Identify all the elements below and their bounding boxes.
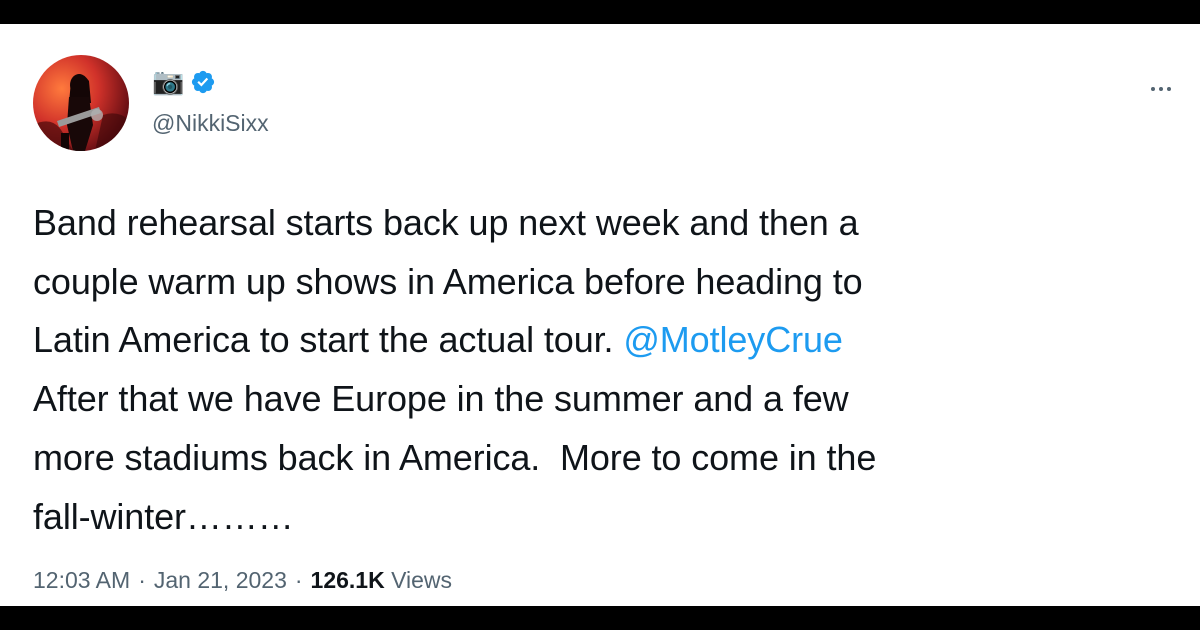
verified-badge-icon bbox=[190, 69, 216, 95]
camera-icon: 📷 bbox=[152, 67, 185, 97]
tweet-line: more stadiums back in America. More to c… bbox=[33, 436, 877, 478]
more-dot bbox=[1159, 87, 1163, 91]
tweet-text: Band rehearsal starts back up next week … bbox=[33, 194, 1173, 546]
tweet-meta: 12:03 AM · Jan 21, 2023 · 126.1K Views bbox=[33, 567, 452, 594]
views-label: Views bbox=[391, 567, 453, 593]
avatar-photo bbox=[33, 74, 129, 151]
tweet-line: fall-winter……… bbox=[33, 495, 294, 537]
tweet-card: 📷 @NikkiSixx Band rehearsal starts back … bbox=[0, 24, 1200, 606]
tweet-line: Band rehearsal starts back up next week … bbox=[33, 202, 859, 243]
author-handle[interactable]: @NikkiSixx bbox=[152, 110, 269, 136]
tweet-line: Latin America to start the actual tour. bbox=[33, 319, 624, 361]
meta-separator: · bbox=[294, 567, 303, 593]
views-count: 126.1K bbox=[310, 567, 385, 593]
avatar[interactable] bbox=[33, 55, 129, 151]
more-dot bbox=[1167, 87, 1171, 91]
more-horizontal-icon[interactable] bbox=[1146, 79, 1176, 99]
more-dot bbox=[1151, 87, 1155, 91]
tweet-line: couple warm up shows in America before h… bbox=[33, 260, 863, 302]
views[interactable]: 126.1K Views bbox=[311, 567, 453, 594]
display-name[interactable]: 📷 bbox=[152, 66, 216, 98]
tweet-date[interactable]: Jan 21, 2023 bbox=[154, 567, 287, 594]
tweet-time[interactable]: 12:03 AM bbox=[33, 567, 130, 594]
meta-separator: · bbox=[138, 567, 146, 593]
tweet-line: After that we have Europe in the summer … bbox=[33, 378, 849, 420]
mention-link[interactable]: @MotleyCrue bbox=[623, 319, 843, 360]
